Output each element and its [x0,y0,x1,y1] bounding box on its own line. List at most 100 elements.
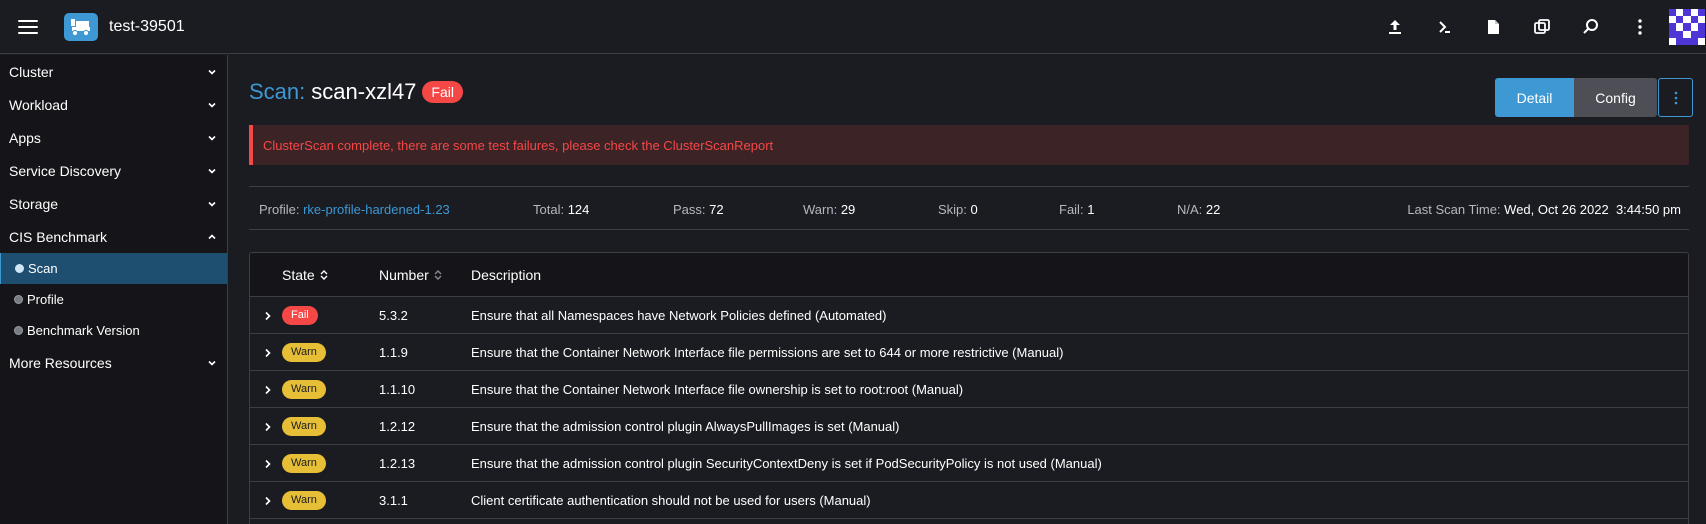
sidebar-group-label: Apps [9,129,41,146]
sidebar: Cluster Workload Apps Service Discovery … [0,55,228,524]
sidebar-group-apps[interactable]: Apps [0,121,227,154]
chevron-down-icon [208,360,216,366]
chevron-down-icon [208,168,216,174]
state-badge: Warn [282,417,326,436]
chevron-right-icon[interactable] [264,297,272,334]
profile-link[interactable]: rke-profile-hardened-1.23 [303,202,450,217]
sidebar-group-storage[interactable]: Storage [0,187,227,220]
rule-description: Ensure that the Container Network Interf… [471,382,964,397]
rule-number: 1.1.10 [379,382,416,397]
sidebar-group-service-discovery[interactable]: Service Discovery [0,154,227,187]
header-actions [1365,0,1706,54]
copy-kubeconfig-icon[interactable] [1523,8,1561,46]
scan-name: scan-xzl47 [311,79,417,104]
title-prefix[interactable]: Scan: [249,79,305,105]
chevron-right-icon[interactable] [264,334,272,371]
error-banner: ClusterScan complete, there are some tes… [249,125,1689,165]
search-icon[interactable] [1572,8,1610,46]
chevron-right-icon[interactable] [264,445,272,482]
state-badge: Fail [282,306,318,325]
sidebar-group-label: Storage [9,195,59,212]
chevron-right-icon[interactable] [264,408,272,445]
more-vertical-icon[interactable] [1621,8,1659,46]
stat-profile: Profile: rke-profile-hardened-1.23 [259,201,450,217]
status-badge: Fail [422,81,463,103]
table-row[interactable]: Warn 1.2.13 Ensure that the admission co… [250,445,1688,482]
view-toggle: Detail Config [1495,78,1657,117]
sidebar-group-workload[interactable]: Workload [0,88,227,121]
bullet-icon [15,264,24,273]
chevron-down-icon [208,135,216,141]
rule-number: 1.2.12 [379,419,416,434]
bullet-icon [14,295,23,304]
sidebar-group-more-resources[interactable]: More Resources [0,346,227,379]
sidebar-item-benchmark-version[interactable]: Benchmark Version [0,315,227,346]
state-badge: Warn [282,343,326,362]
state-badge: Warn [282,380,326,399]
results-table: State Number Description Fail 5.3.2 Ensu… [249,252,1689,524]
cluster-name[interactable]: test-39501 [109,18,185,36]
detail-button[interactable]: Detail [1495,78,1574,117]
sidebar-item-scan[interactable]: Scan [0,253,227,284]
stat-warn: Warn: 29 [803,201,856,217]
stat-skip: Skip: 0 [938,201,978,217]
sort-icon [320,269,328,281]
sidebar-item-label: Benchmark Version [27,323,140,338]
stat-total: Total: 124 [533,201,590,217]
actions-menu-button[interactable] [1658,78,1693,117]
stat-pass: Pass: 72 [673,201,724,217]
sidebar-group-label: Service Discovery [9,162,122,179]
table-row[interactable]: Warn 1.1.9 Ensure that the Container Net… [250,334,1688,371]
state-badge: Warn [282,454,326,473]
hamburger-menu-icon[interactable] [18,19,38,34]
page-title: Scan: scan-xzl47 Fail [249,79,463,105]
sort-icon [434,269,442,281]
sidebar-group-label: CIS Benchmark [9,228,108,245]
bullet-icon [14,326,23,335]
kubeconfig-file-icon[interactable] [1474,8,1512,46]
top-header: test-39501 [0,0,1706,54]
rule-description: Ensure that the admission control plugin… [471,456,1102,471]
sidebar-group-label: Workload [9,96,68,113]
column-header-state[interactable]: State [282,253,328,297]
column-header-number[interactable]: Number [379,253,442,297]
sidebar-item-label: Scan [28,261,58,276]
cluster-logo-icon [64,12,98,41]
table-row[interactable]: Fail 5.3.2 Ensure that all Namespaces ha… [250,297,1688,334]
import-yaml-icon[interactable] [1376,8,1414,46]
scan-summary: Profile: rke-profile-hardened-1.23 Total… [249,186,1689,230]
sidebar-item-label: Profile [27,292,64,307]
sidebar-group-label: More Resources [9,354,112,371]
stat-last-scan-time: Last Scan Time: Wed, Oct 26 2022 3:44:50… [1407,201,1681,217]
table-header: State Number Description [250,253,1688,297]
banner-message: ClusterScan complete, there are some tes… [263,137,774,153]
sidebar-group-cis-benchmark[interactable]: CIS Benchmark [0,220,227,253]
chevron-down-icon [208,201,216,207]
rule-description: Ensure that all Namespaces have Network … [471,308,887,323]
sidebar-group-cluster[interactable]: Cluster [0,55,227,88]
rule-number: 1.1.9 [379,345,408,360]
chevron-right-icon[interactable] [264,371,272,408]
state-badge: Warn [282,491,326,510]
rule-description: Ensure that the Container Network Interf… [471,345,1064,360]
table-row[interactable]: Warn 1.1.10 Ensure that the Container Ne… [250,371,1688,408]
rule-description: Client certificate authentication should… [471,493,871,508]
avatar[interactable] [1669,9,1705,45]
chevron-down-icon [208,69,216,75]
column-header-description: Description [471,267,542,283]
main-content: Scan: scan-xzl47 Fail Detail Config Clus… [229,55,1706,524]
sidebar-group-label: Cluster [9,63,54,80]
chevron-down-icon [208,102,216,108]
sidebar-item-profile[interactable]: Profile [0,284,227,315]
kubectl-shell-icon[interactable] [1425,8,1463,46]
table-row[interactable]: Warn 1.2.12 Ensure that the admission co… [250,408,1688,445]
rule-description: Ensure that the admission control plugin… [471,419,900,434]
config-button[interactable]: Config [1574,78,1657,117]
table-row[interactable]: Warn 3.1.1 Client certificate authentica… [250,482,1688,519]
chevron-right-icon[interactable] [264,482,272,519]
rule-number: 3.1.1 [379,493,408,508]
stat-na: N/A: 22 [1177,201,1221,217]
more-vertical-icon [1674,91,1677,104]
rule-number: 5.3.2 [379,308,408,323]
chevron-up-icon [208,233,216,239]
